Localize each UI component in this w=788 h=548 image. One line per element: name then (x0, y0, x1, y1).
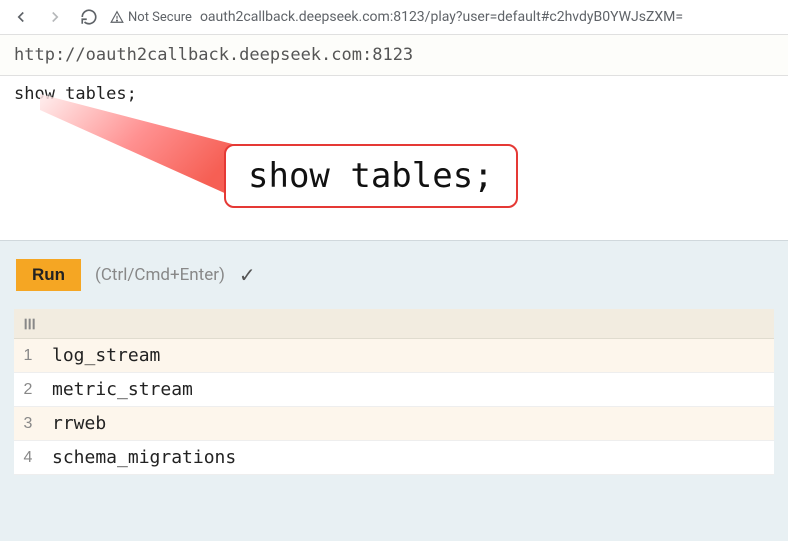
table-row[interactable]: 3 rrweb (14, 407, 774, 441)
forward-icon[interactable] (46, 8, 64, 26)
page-body: http://oauth2callback.deepseek.com:8123 … (0, 35, 788, 541)
address-bar[interactable]: Not Secure oauth2callback.deepseek.com:8… (110, 9, 776, 25)
reload-icon[interactable] (80, 8, 98, 26)
warning-icon (110, 10, 124, 24)
table-row[interactable]: 2 metric_stream (14, 373, 774, 407)
query-editor[interactable]: show tables; show tables; (0, 76, 788, 241)
results-header (14, 309, 774, 339)
row-number: 3 (14, 409, 42, 439)
callout-magnified: show tables; (224, 144, 518, 208)
browser-toolbar: Not Secure oauth2callback.deepseek.com:8… (0, 0, 788, 35)
row-number: 4 (14, 443, 42, 473)
connection-url[interactable]: http://oauth2callback.deepseek.com:8123 (0, 35, 788, 76)
column-icon (22, 316, 38, 332)
row-number: 2 (14, 375, 42, 405)
back-icon[interactable] (12, 8, 30, 26)
row-number: 1 (14, 341, 42, 371)
row-value: schema_migrations (42, 441, 246, 474)
results-table: 1 log_stream 2 metric_stream 3 rrweb 4 s… (14, 309, 774, 475)
not-secure-badge: Not Secure (110, 10, 192, 25)
url-text: oauth2callback.deepseek.com:8123/play?us… (200, 9, 683, 25)
row-value: metric_stream (42, 373, 203, 406)
run-toolbar: Run (Ctrl/Cmd+Enter) ✓ (0, 241, 788, 309)
results-body: 1 log_stream 2 metric_stream 3 rrweb 4 s… (14, 339, 774, 475)
nav-buttons (12, 8, 98, 26)
check-icon: ✓ (239, 263, 256, 287)
run-hint: (Ctrl/Cmd+Enter) (95, 265, 225, 285)
row-value: rrweb (42, 407, 116, 440)
query-text: show tables; (0, 76, 788, 112)
row-value: log_stream (42, 339, 170, 372)
run-button[interactable]: Run (16, 259, 81, 291)
not-secure-label: Not Secure (128, 10, 192, 25)
table-row[interactable]: 1 log_stream (14, 339, 774, 373)
table-row[interactable]: 4 schema_migrations (14, 441, 774, 475)
